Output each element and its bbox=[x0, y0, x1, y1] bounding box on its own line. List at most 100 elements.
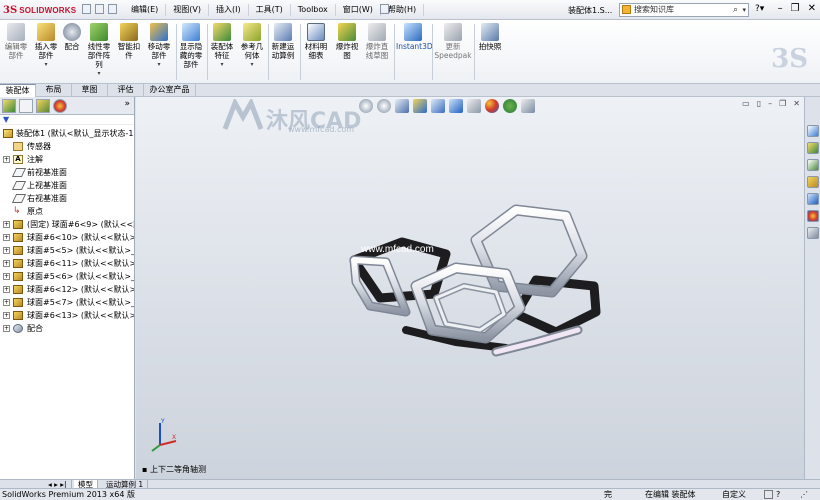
tab-assembly[interactable]: 装配体 bbox=[0, 84, 36, 97]
tab-evaluate[interactable]: 评估 bbox=[108, 84, 144, 97]
snapshot-button[interactable]: 拍快照 bbox=[476, 23, 504, 51]
split-icon[interactable]: ▯ bbox=[757, 99, 761, 108]
hide-show-items-icon[interactable] bbox=[467, 99, 481, 113]
tree-item[interactable]: + A 注解 bbox=[0, 153, 134, 166]
assembly-model[interactable] bbox=[346, 202, 616, 362]
new-icon[interactable] bbox=[82, 4, 91, 14]
close-icon[interactable]: ✕ bbox=[808, 3, 816, 14]
menu-tools[interactable]: 工具(T) bbox=[249, 4, 291, 16]
zoom-to-fit-icon[interactable] bbox=[359, 99, 373, 113]
tree-item[interactable]: 右视基准面 bbox=[0, 192, 134, 205]
move-component-button[interactable]: 移动零 部件 ▾ bbox=[145, 23, 173, 69]
expand-icon[interactable]: + bbox=[3, 234, 10, 241]
appearances-icon[interactable] bbox=[807, 210, 819, 222]
menu-edit[interactable]: 编辑(E) bbox=[124, 4, 167, 16]
tree-item[interactable]: + 球面#5<5> (默认<<默认>_显 bbox=[0, 244, 134, 257]
view-orientation-icon[interactable] bbox=[431, 99, 445, 113]
display-manager-tab-icon[interactable] bbox=[53, 99, 67, 113]
expand-icon[interactable]: + bbox=[3, 247, 10, 254]
zoom-to-area-icon[interactable] bbox=[377, 99, 391, 113]
display-style-icon[interactable] bbox=[449, 99, 463, 113]
tile-icon[interactable]: ▭ bbox=[742, 99, 750, 108]
expand-icon[interactable]: + bbox=[3, 260, 10, 267]
tree-item[interactable]: ↳ 原点 bbox=[0, 205, 134, 218]
configuration-tab-icon[interactable] bbox=[36, 99, 50, 113]
tree-item[interactable]: + 球面#5<7> (默认<<默认>_显 bbox=[0, 296, 134, 309]
help-status[interactable]: ? bbox=[776, 489, 780, 500]
instant3d-button[interactable]: Instant3D bbox=[396, 23, 433, 51]
chevron-down-icon[interactable]: ▾ bbox=[742, 4, 746, 16]
custom-properties-icon[interactable] bbox=[807, 227, 819, 239]
close-icon[interactable]: ✕ bbox=[793, 99, 800, 108]
mate-button[interactable]: 配合 bbox=[62, 23, 82, 51]
menu-view[interactable]: 视图(V) bbox=[166, 4, 210, 16]
expand-icon[interactable]: + bbox=[3, 273, 10, 280]
exploded-view-button[interactable]: 爆炸视 图 bbox=[333, 23, 361, 60]
solidworks-logo[interactable]: 3S SOLIDWORKS bbox=[3, 3, 76, 17]
units-dropdown-icon[interactable] bbox=[764, 490, 773, 499]
property-manager-tab-icon[interactable] bbox=[19, 99, 33, 113]
expand-icon[interactable]: + bbox=[3, 325, 10, 332]
expand-icon[interactable]: + bbox=[3, 221, 10, 228]
linear-pattern-button[interactable]: 线性零 部件阵 列 ▾ bbox=[86, 23, 112, 78]
chevron-down-icon[interactable]: ▾ bbox=[33, 60, 59, 69]
chevron-down-icon[interactable]: ▾ bbox=[238, 60, 266, 69]
chevron-down-icon[interactable]: ▾ bbox=[86, 69, 112, 78]
expand-icon[interactable]: + bbox=[3, 156, 10, 163]
tab-office-products[interactable]: 办公室产品 bbox=[144, 84, 196, 97]
tree-item[interactable]: + 球面#6<12> (默认<<默认>_显 bbox=[0, 283, 134, 296]
search-input[interactable]: 搜索知识库 ⌕ ▾ bbox=[619, 3, 749, 17]
tree-root[interactable]: 装配体1 (默认<默认_显示状态-1>) bbox=[0, 127, 134, 140]
design-library-icon[interactable] bbox=[807, 142, 819, 154]
tree-item[interactable]: + 配合 bbox=[0, 322, 134, 335]
apply-scene-icon[interactable] bbox=[503, 99, 517, 113]
tab-layout[interactable]: 布局 bbox=[36, 84, 72, 97]
assembly-feature-button[interactable]: 装配体 特征 ▾ bbox=[208, 23, 236, 69]
edit-component-button[interactable]: 编辑零 部件 bbox=[3, 23, 29, 60]
explode-line-sketch-button[interactable]: 爆炸直 线草图 bbox=[363, 23, 391, 60]
edit-appearance-icon[interactable] bbox=[485, 99, 499, 113]
expand-panel-icon[interactable]: » bbox=[124, 99, 130, 109]
minimize-icon[interactable]: – bbox=[768, 99, 772, 108]
tree-item[interactable]: + 球面#6<13> (默认<<默认>_显 bbox=[0, 309, 134, 322]
view-palette-icon[interactable] bbox=[807, 193, 819, 205]
tree-item[interactable]: 前视基准面 bbox=[0, 166, 134, 179]
search-icon[interactable]: ⌕ bbox=[733, 4, 738, 16]
tab-sketch[interactable]: 草图 bbox=[72, 84, 108, 97]
restore-icon[interactable]: ❐ bbox=[779, 99, 786, 108]
search-folder-icon[interactable] bbox=[807, 176, 819, 188]
reference-geometry-button[interactable]: 参考几 何体 ▾ bbox=[238, 23, 266, 69]
tree-item[interactable]: + 球面#6<10> (默认<<默认>_显 bbox=[0, 231, 134, 244]
bom-button[interactable]: 材料明 细表 bbox=[302, 23, 330, 60]
tree-item[interactable]: + (固定) 球面#6<9> (默认<<默认> bbox=[0, 218, 134, 231]
tree-item[interactable]: 上视基准面 bbox=[0, 179, 134, 192]
expand-icon[interactable]: + bbox=[3, 299, 10, 306]
feature-tree-tab-icon[interactable] bbox=[2, 99, 16, 113]
filter-icon[interactable]: ▼ bbox=[3, 115, 9, 124]
expand-icon[interactable]: + bbox=[3, 312, 10, 319]
view-settings-icon[interactable] bbox=[521, 99, 535, 113]
menu-window[interactable]: 窗口(W) bbox=[336, 4, 381, 16]
pin-menu-icon[interactable] bbox=[380, 4, 389, 14]
menu-toolbox[interactable]: Toolbox bbox=[291, 4, 336, 16]
menu-insert[interactable]: 插入(I) bbox=[209, 4, 249, 16]
show-hidden-components-button[interactable]: 显示隐 藏的零 部件 bbox=[177, 23, 205, 69]
tree-item[interactable]: + 球面#6<11> (默认<<默认>_显 bbox=[0, 257, 134, 270]
expand-icon[interactable]: + bbox=[3, 286, 10, 293]
help-icon[interactable]: ?▾ bbox=[755, 4, 764, 14]
insert-component-button[interactable]: 插入零 部件 ▾ bbox=[33, 23, 59, 69]
solidworks-resources-icon[interactable] bbox=[807, 125, 819, 137]
section-view-icon[interactable] bbox=[413, 99, 427, 113]
new-motion-study-button[interactable]: 新建运 动算例 bbox=[269, 23, 297, 60]
open-icon[interactable] bbox=[95, 4, 104, 14]
file-explorer-icon[interactable] bbox=[807, 159, 819, 171]
smart-fastener-button[interactable]: 智能扣 件 bbox=[116, 23, 142, 60]
tree-item[interactable]: + 球面#5<6> (默认<<默认>_显 bbox=[0, 270, 134, 283]
tree-item[interactable]: 传感器 bbox=[0, 140, 134, 153]
units-selector[interactable]: 自定义 bbox=[722, 489, 746, 500]
restore-icon[interactable]: ❐ bbox=[791, 3, 800, 14]
previous-view-icon[interactable] bbox=[395, 99, 409, 113]
chevron-down-icon[interactable]: ▾ bbox=[208, 60, 236, 69]
save-icon[interactable] bbox=[108, 4, 117, 14]
graphics-area[interactable]: 沐风CAD www.mfcad.com ▭ ▯ – ❐ ✕ www.mfcad.… bbox=[136, 97, 804, 479]
